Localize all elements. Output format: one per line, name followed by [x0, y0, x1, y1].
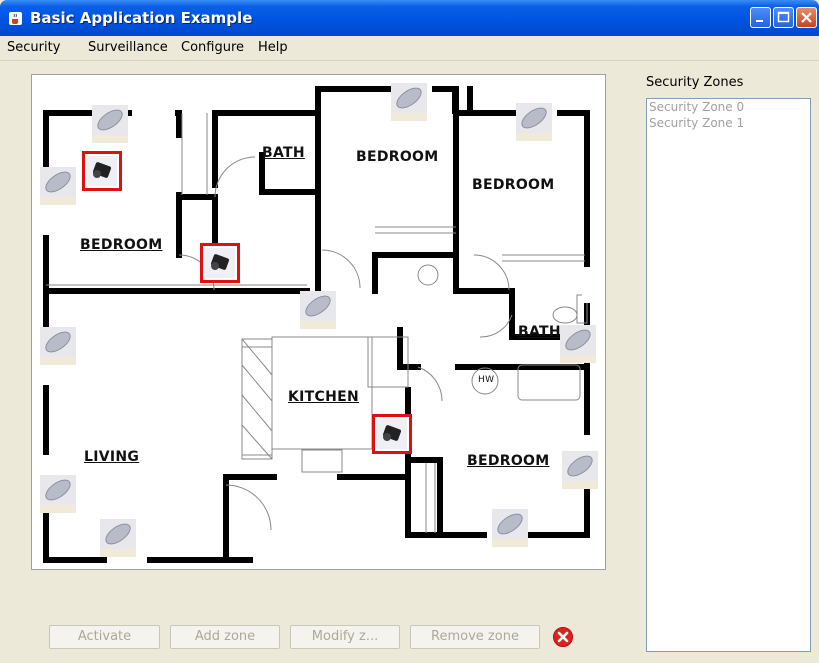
camera-idle[interactable]: [298, 291, 338, 331]
camera-idle[interactable]: [90, 105, 130, 145]
menu-configure[interactable]: Configure: [181, 40, 244, 55]
menu-security[interactable]: Security: [7, 40, 60, 55]
list-item[interactable]: Security Zone 1: [647, 115, 810, 131]
camera-lens-icon: [562, 451, 598, 489]
close-button[interactable]: [796, 7, 817, 28]
camera-active-icon: [87, 156, 117, 186]
add-zone-button[interactable]: Add zone: [170, 625, 280, 649]
maximize-button[interactable]: [773, 7, 794, 28]
camera-lens-icon: [391, 83, 427, 121]
camera-active[interactable]: [372, 414, 412, 454]
minimize-button[interactable]: [750, 7, 771, 28]
activate-button[interactable]: Activate: [49, 625, 160, 649]
camera-lens-icon: [92, 105, 128, 143]
camera-active-icon: [377, 419, 407, 449]
camera-lens-icon: [492, 509, 528, 547]
close-icon: [801, 12, 812, 23]
java-cup-icon: [9, 12, 22, 25]
room-label-bath-upper: BATH: [262, 145, 305, 161]
camera-idle[interactable]: [514, 103, 554, 143]
camera-idle[interactable]: [389, 83, 429, 123]
room-label-bath-lower: BATH: [518, 324, 561, 340]
modify-zone-button[interactable]: Modify z...: [290, 625, 400, 649]
camera-idle[interactable]: [560, 451, 600, 491]
camera-active[interactable]: [200, 243, 240, 283]
room-label-bedroom-lower-right: BEDROOM: [467, 453, 550, 469]
red-x-circle-icon[interactable]: [552, 626, 574, 648]
camera-active[interactable]: [82, 151, 122, 191]
camera-idle[interactable]: [38, 167, 78, 207]
window-title: Basic Application Example: [30, 9, 253, 27]
menu-bar: Security Surveillance Configure Help: [0, 36, 819, 61]
camera-idle[interactable]: [98, 519, 138, 559]
camera-lens-icon: [516, 103, 552, 141]
camera-lens-icon: [100, 519, 136, 557]
room-label-water-heater: HW: [478, 375, 495, 385]
camera-lens-icon: [40, 327, 76, 365]
menu-surveillance[interactable]: Surveillance: [88, 40, 168, 55]
camera-active-icon: [205, 248, 235, 278]
security-zones-label: Security Zones: [646, 75, 744, 90]
room-label-bedroom-upper-center: BEDROOM: [356, 149, 439, 165]
remove-zone-button[interactable]: Remove zone: [410, 625, 540, 649]
maximize-icon: [777, 11, 790, 23]
camera-idle[interactable]: [558, 325, 598, 365]
floor-plan-map[interactable]: BATH BEDROOM BEDROOM BEDROOM BATH KITCHE…: [31, 74, 606, 570]
title-bar[interactable]: Basic Application Example: [0, 0, 819, 36]
camera-lens-icon: [40, 167, 76, 205]
security-zones-list[interactable]: Security Zone 0 Security Zone 1: [646, 98, 811, 652]
menu-help[interactable]: Help: [258, 40, 288, 55]
room-label-bedroom-left: BEDROOM: [80, 237, 163, 253]
camera-lens-icon: [560, 325, 596, 363]
room-label-kitchen: KITCHEN: [288, 389, 359, 405]
room-label-living: LIVING: [84, 449, 140, 465]
minimize-icon: [756, 20, 763, 22]
camera-idle[interactable]: [490, 509, 530, 549]
room-label-bedroom-upper-right: BEDROOM: [472, 177, 555, 193]
camera-idle[interactable]: [38, 327, 78, 367]
camera-lens-icon: [40, 475, 76, 513]
camera-idle[interactable]: [38, 475, 78, 515]
camera-lens-icon: [300, 291, 336, 329]
list-item[interactable]: Security Zone 0: [647, 99, 810, 115]
